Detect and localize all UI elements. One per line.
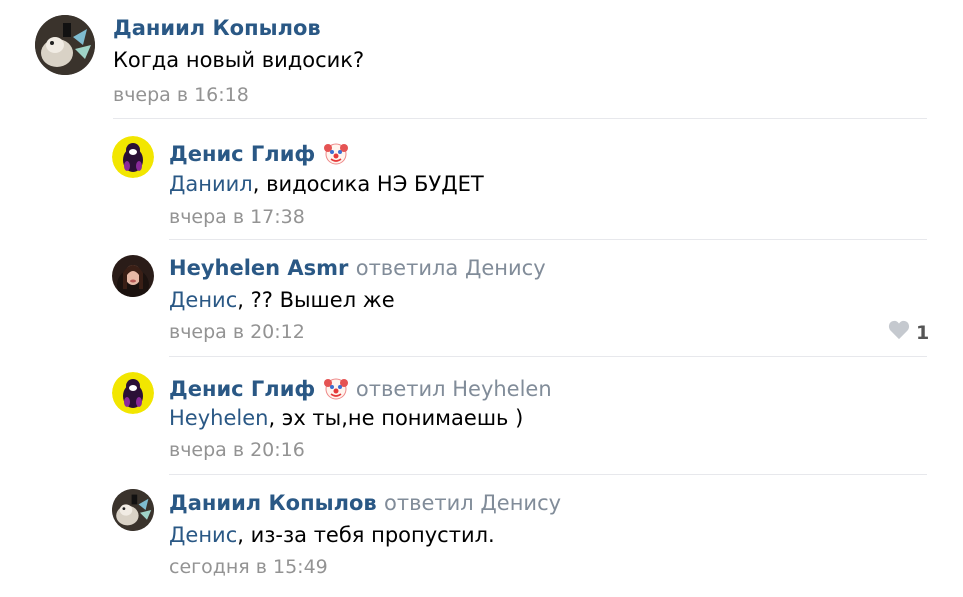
avatar[interactable] [112,255,154,297]
comment-reply: Денис Глиф ответил Heyhelen Heyhelen, эх… [0,357,963,475]
mention-link[interactable]: Денис [169,288,237,312]
comment-timestamp[interactable]: сегодня в 15:49 [169,556,328,578]
avatar[interactable] [112,489,154,531]
comment-timestamp[interactable]: вчера в 16:18 [113,84,249,106]
like-button[interactable]: 1 [888,320,929,345]
reply-to-link[interactable]: ответила Денису [356,256,546,280]
comment-body: , ?? Вышел же [237,288,395,312]
avatar[interactable] [35,15,95,75]
comment-header: Heyhelen Asmr ответила Денису [169,256,546,280]
comment-timestamp[interactable]: вчера в 20:16 [169,439,305,461]
comment-timestamp[interactable]: вчера в 20:12 [169,321,305,343]
comment-text: Денис, ?? Вышел же [169,288,395,312]
comment-text: Даниил, видосика НЭ БУДЕТ [169,172,484,196]
comment-reply: Даниил Копылов ответил Денису Денис, из-… [0,475,963,597]
clown-face-emoji-icon [323,375,349,401]
divider [113,118,927,119]
comment-text: Когда новый видосик? [113,48,364,72]
avatar[interactable] [112,372,154,414]
comment-body: Когда новый видосик? [113,48,365,72]
comment-header: Денис Глиф ответил Heyhelen [169,375,552,401]
clown-face-emoji-icon [323,140,349,166]
comment-body: , видосика НЭ БУДЕТ [252,172,484,196]
reply-to-link[interactable]: ответил Heyhelen [356,377,552,401]
reply-to-link[interactable]: ответил Денису [384,491,561,515]
comment-author-link[interactable]: Даниил Копылов [113,16,321,40]
comment-author-link[interactable]: Денис Глиф [169,140,349,166]
comment-author-link[interactable]: Денис Глиф [169,377,315,401]
like-count: 1 [916,321,930,344]
mention-link[interactable]: Heyhelen [169,406,268,430]
comment: Даниил Копылов Когда новый видосик? вчер… [0,0,963,120]
comment-author-link[interactable]: Даниил Копылов [169,491,377,515]
comment-text: Денис, из-за тебя пропустил. [169,523,495,547]
comment-body: , эх ты,не понимаешь ) [268,406,524,430]
comment-reply: Heyhelen Asmr ответила Денису Денис, ?? … [0,240,963,357]
comment-body: , из-за тебя пропустил. [237,523,495,547]
comment-timestamp[interactable]: вчера в 17:38 [169,206,305,228]
mention-link[interactable]: Денис [169,523,237,547]
comment-header: Даниил Копылов ответил Денису [169,491,561,515]
comment-author-link[interactable]: Heyhelen Asmr [169,256,348,280]
mention-link[interactable]: Даниил [169,172,253,196]
avatar[interactable] [112,136,154,178]
author-name[interactable]: Денис Глиф [169,142,315,166]
comment-text: Heyhelen, эх ты,не понимаешь ) [169,406,523,430]
comment-reply: Денис Глиф Даниил, видосика НЭ БУДЕТ вче… [0,120,963,240]
heart-icon [888,320,910,345]
